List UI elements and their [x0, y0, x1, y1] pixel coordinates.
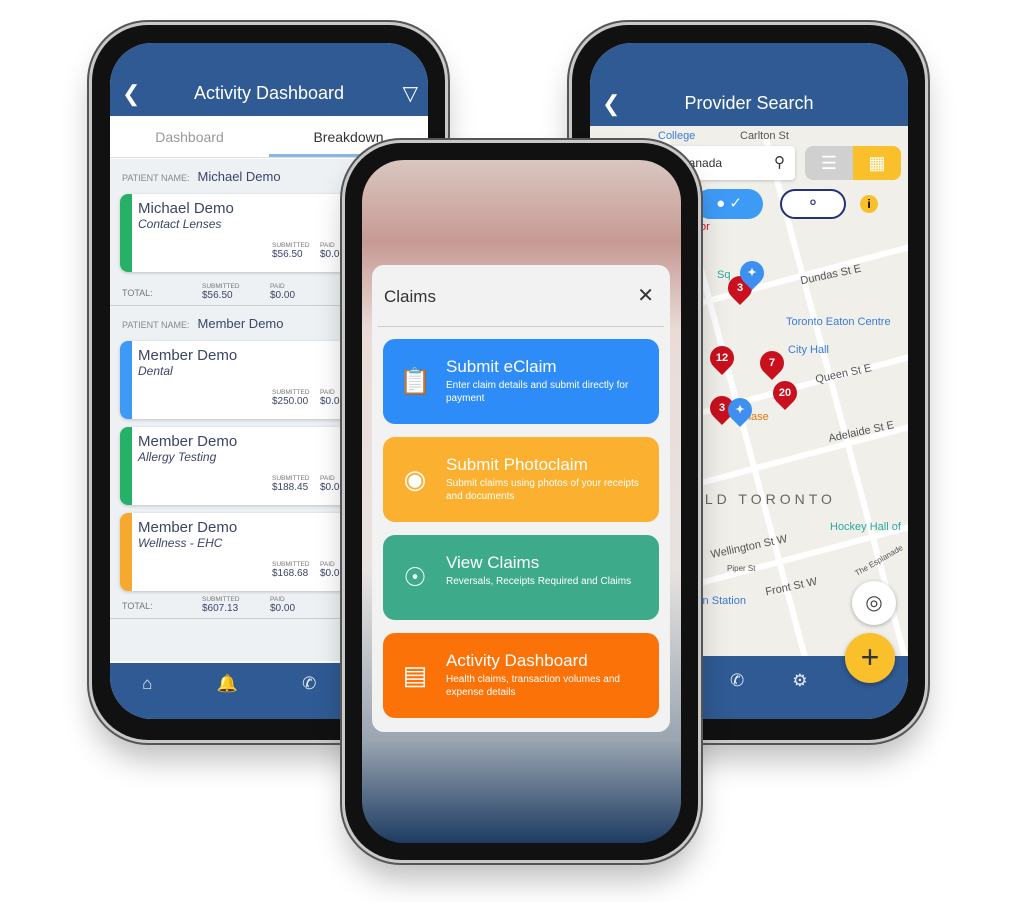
page-title: Activity Dashboard — [193, 83, 345, 103]
map-pin[interactable]: 7 — [755, 346, 789, 380]
map-view-toggle[interactable]: ▦ — [853, 146, 901, 180]
header: ❮ Activity Dashboard ▽ — [110, 43, 428, 116]
claims-screen: Claims ✕ 📋 Submit eClaim Enter claim deta… — [362, 160, 681, 843]
modal-title: Claims — [384, 287, 436, 306]
dentist-pin[interactable]: ✦ — [735, 256, 769, 290]
activity-dashboard-button[interactable]: ▤ Activity Dashboard Health claims, trans… — [383, 633, 659, 718]
phone-icon[interactable]: ✆ — [730, 671, 744, 691]
map-pin[interactable]: 20 — [768, 376, 802, 410]
map-pin[interactable]: 12 — [705, 341, 739, 375]
header: ❮ Provider Search — [590, 43, 908, 126]
bar-chart-icon: ▤ — [402, 660, 428, 690]
search-icon[interactable]: ⚲ — [774, 146, 785, 180]
filter-icon[interactable]: ▽ — [403, 81, 418, 106]
clipboard-icon: 📋 — [399, 366, 432, 396]
submit-eclaim-button[interactable]: 📋 Submit eClaim Enter claim details and s… — [383, 339, 659, 424]
info-icon[interactable]: i — [860, 195, 878, 213]
gear-icon[interactable]: ⚙ — [792, 671, 807, 691]
center-phone: Claims ✕ 📋 Submit eClaim Enter claim deta… — [345, 143, 698, 860]
service-filter-pharmacy[interactable]: ⚬ — [780, 189, 846, 219]
home-icon[interactable]: ⌂ — [142, 674, 152, 694]
claims-modal: Claims ✕ 📋 Submit eClaim Enter claim deta… — [372, 265, 670, 732]
locate-me-button[interactable]: ◎ — [852, 581, 896, 625]
close-icon[interactable]: ✕ — [637, 283, 654, 308]
tab-dashboard[interactable]: Dashboard — [110, 116, 269, 157]
list-view-toggle[interactable]: ☰ — [805, 146, 853, 180]
add-button[interactable]: + — [845, 633, 895, 683]
dentist-pin[interactable]: ✦ — [723, 393, 757, 427]
service-filter-dental[interactable]: ● ✓ — [695, 189, 763, 219]
bell-icon[interactable]: 🔔 — [217, 674, 238, 694]
view-claims-button[interactable]: ☉ View Claims Reversals, Receipts Require… — [383, 535, 659, 620]
page-title: Provider Search — [684, 93, 814, 113]
submit-photoclaim-button[interactable]: ◉ Submit Photoclaim Submit claims using p… — [383, 437, 659, 522]
camera-icon: ◉ — [403, 464, 427, 494]
phone-icon[interactable]: ✆ — [302, 674, 316, 694]
eye-icon: ☉ — [403, 562, 427, 592]
